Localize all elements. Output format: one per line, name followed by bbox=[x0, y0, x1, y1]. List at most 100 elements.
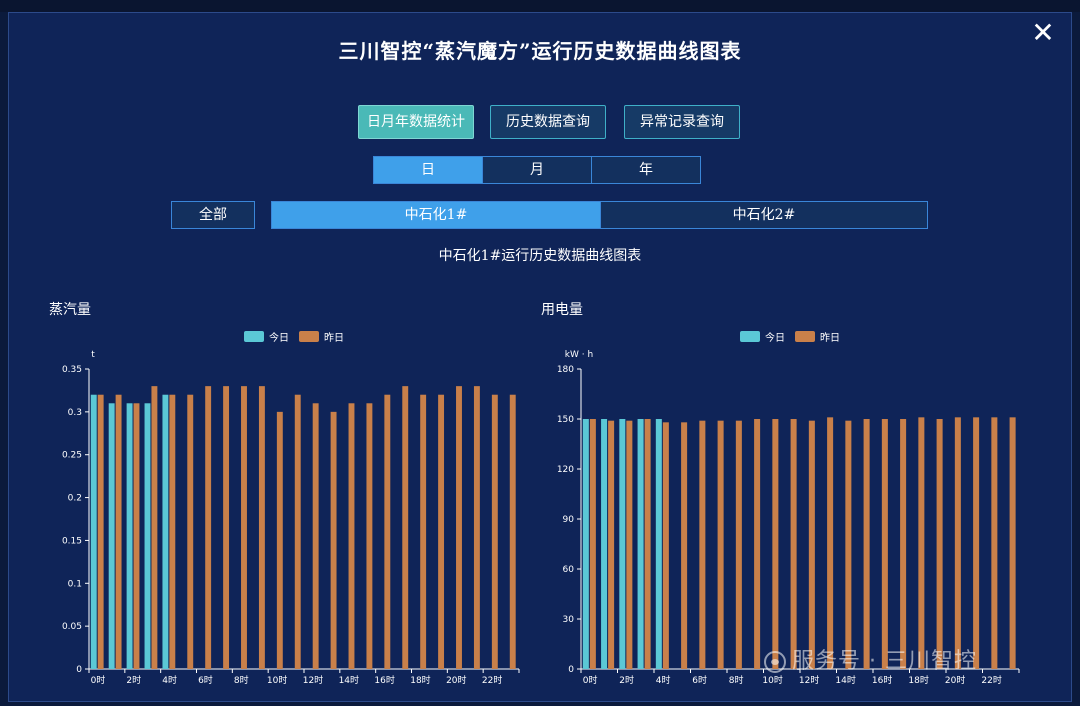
bar-yesterday bbox=[509, 394, 516, 669]
station-tab-1[interactable]: 中石化1# bbox=[271, 201, 601, 229]
bar-yesterday bbox=[772, 419, 779, 669]
steam-bar-chart: 今日 昨日 t 0 0.05 0.1 0.15 0.2 0.25 0.3 0.35 0时 2时 4时 6时 8… bbox=[62, 331, 520, 686]
bar-yesterday bbox=[491, 394, 498, 669]
bar-today bbox=[90, 394, 97, 669]
x-tick-label: 2时 bbox=[126, 674, 141, 686]
bar-yesterday bbox=[187, 394, 194, 669]
y-axis-unit: t bbox=[91, 350, 95, 360]
mode-button-anomaly-query[interactable]: 异常记录查询 bbox=[624, 105, 740, 139]
tab-day[interactable]: 日 bbox=[373, 156, 483, 184]
mode-button-stats[interactable]: 日月年数据统计 bbox=[358, 105, 474, 139]
y-axis-unit: kW · h bbox=[565, 350, 593, 360]
y-tick-label: 60 bbox=[563, 565, 575, 575]
bar-yesterday bbox=[473, 386, 480, 669]
wechat-icon bbox=[764, 651, 786, 673]
bar-yesterday bbox=[608, 420, 615, 669]
bar-yesterday bbox=[420, 394, 427, 669]
bar-yesterday bbox=[662, 422, 669, 669]
bar-yesterday bbox=[384, 394, 391, 669]
bar-yesterday bbox=[348, 403, 355, 669]
x-tick-label: 8时 bbox=[234, 674, 249, 686]
x-tick-label: 16时 bbox=[872, 674, 892, 686]
modal-title: 三川智控“蒸汽魔方”运行历史数据曲线图表 bbox=[338, 39, 742, 63]
y-tick-label: 0.05 bbox=[62, 622, 82, 632]
legend-label-today: 今日 bbox=[269, 331, 289, 344]
y-tick-label: 90 bbox=[563, 515, 575, 525]
x-tick-label: 14时 bbox=[835, 674, 855, 686]
x-tick-label: 0时 bbox=[583, 674, 598, 686]
bar-today bbox=[126, 403, 133, 669]
bar-yesterday bbox=[845, 420, 852, 669]
bar-today bbox=[108, 403, 115, 669]
bar-today bbox=[582, 419, 589, 669]
watermark: 服务号 · 三川智控 bbox=[764, 643, 977, 675]
bar-yesterday bbox=[330, 411, 337, 669]
bar-yesterday bbox=[312, 403, 319, 669]
y-tick-label: 0.15 bbox=[62, 536, 82, 546]
y-tick-label: 0 bbox=[76, 665, 82, 675]
x-tick-label: 20时 bbox=[945, 674, 965, 686]
x-tick-label: 2时 bbox=[619, 674, 634, 686]
bar-yesterday bbox=[258, 386, 265, 669]
tab-month[interactable]: 月 bbox=[482, 156, 592, 184]
x-tick-label: 10时 bbox=[267, 674, 287, 686]
y-tick-label: 0.1 bbox=[68, 579, 82, 589]
bar-yesterday bbox=[115, 394, 122, 669]
bar-yesterday bbox=[808, 420, 815, 669]
bar-yesterday bbox=[276, 411, 283, 669]
bar-yesterday bbox=[169, 394, 176, 669]
y-tick-label: 120 bbox=[557, 465, 574, 475]
close-icon[interactable]: ✕ bbox=[1027, 17, 1059, 49]
bar-yesterday bbox=[863, 419, 870, 669]
bar-yesterday bbox=[456, 386, 462, 669]
bar-yesterday bbox=[366, 403, 373, 669]
bar-yesterday bbox=[205, 386, 212, 669]
y-tick-label: 0.35 bbox=[62, 365, 82, 375]
legend-label-yesterday: 昨日 bbox=[324, 332, 344, 344]
station-tab-2[interactable]: 中石化2# bbox=[600, 201, 928, 229]
bar-yesterday bbox=[936, 419, 943, 669]
bar-yesterday bbox=[438, 394, 445, 669]
bar-yesterday bbox=[881, 419, 888, 669]
bar-yesterday bbox=[973, 417, 980, 669]
bar-yesterday bbox=[97, 394, 104, 669]
bar-yesterday bbox=[294, 394, 301, 669]
x-tick-label: 12时 bbox=[303, 674, 323, 686]
y-tick-label: 180 bbox=[557, 365, 574, 375]
x-tick-label: 16时 bbox=[374, 674, 394, 686]
x-tick-label: 6时 bbox=[198, 674, 213, 686]
bar-yesterday bbox=[151, 386, 158, 669]
bar-yesterday bbox=[644, 419, 651, 669]
bar-yesterday bbox=[402, 386, 409, 669]
chart-section-title: 中石化1#运行历史数据曲线图表 bbox=[438, 248, 642, 264]
x-tick-label: 12时 bbox=[799, 674, 819, 686]
bar-yesterday bbox=[626, 420, 633, 669]
x-tick-label: 18时 bbox=[908, 674, 928, 686]
legend-swatch-yesterday bbox=[299, 331, 319, 342]
x-tick-label: 0时 bbox=[91, 674, 106, 686]
tab-year[interactable]: 年 bbox=[591, 156, 701, 184]
power-bar-chart: 今日 昨日 kW · h 0 30 60 90 120 150 180 0时 2时 4时 6时 8时 10时 1… bbox=[557, 331, 1020, 686]
bar-yesterday bbox=[954, 417, 961, 669]
bar-yesterday bbox=[717, 420, 724, 669]
bar-today bbox=[655, 419, 662, 669]
x-tick-label: 18时 bbox=[410, 674, 430, 686]
y-tick-label: 150 bbox=[557, 415, 574, 425]
watermark-text: 服务号 · 三川智控 bbox=[792, 649, 977, 674]
history-chart-modal: 三川智控“蒸汽魔方”运行历史数据曲线图表 ✕ 日月年数据统计 历史数据查询 异常… bbox=[8, 12, 1072, 702]
bar-yesterday bbox=[735, 420, 742, 669]
y-tick-label: 0.25 bbox=[62, 451, 82, 461]
x-tick-label: 14时 bbox=[339, 674, 359, 686]
bar-yesterday bbox=[589, 419, 596, 669]
legend-swatch-today bbox=[740, 331, 760, 342]
mode-button-history-query[interactable]: 历史数据查询 bbox=[490, 105, 606, 139]
x-tick-label: 10时 bbox=[762, 674, 782, 686]
bar-yesterday bbox=[241, 386, 247, 669]
legend-label-today: 今日 bbox=[765, 331, 785, 344]
x-tick-label: 22时 bbox=[981, 674, 1001, 686]
y-tick-label: 0 bbox=[568, 665, 574, 675]
y-tick-label: 30 bbox=[563, 615, 575, 625]
bar-yesterday bbox=[918, 417, 925, 669]
bar-yesterday bbox=[1009, 417, 1016, 669]
all-stations-button[interactable]: 全部 bbox=[171, 201, 255, 229]
